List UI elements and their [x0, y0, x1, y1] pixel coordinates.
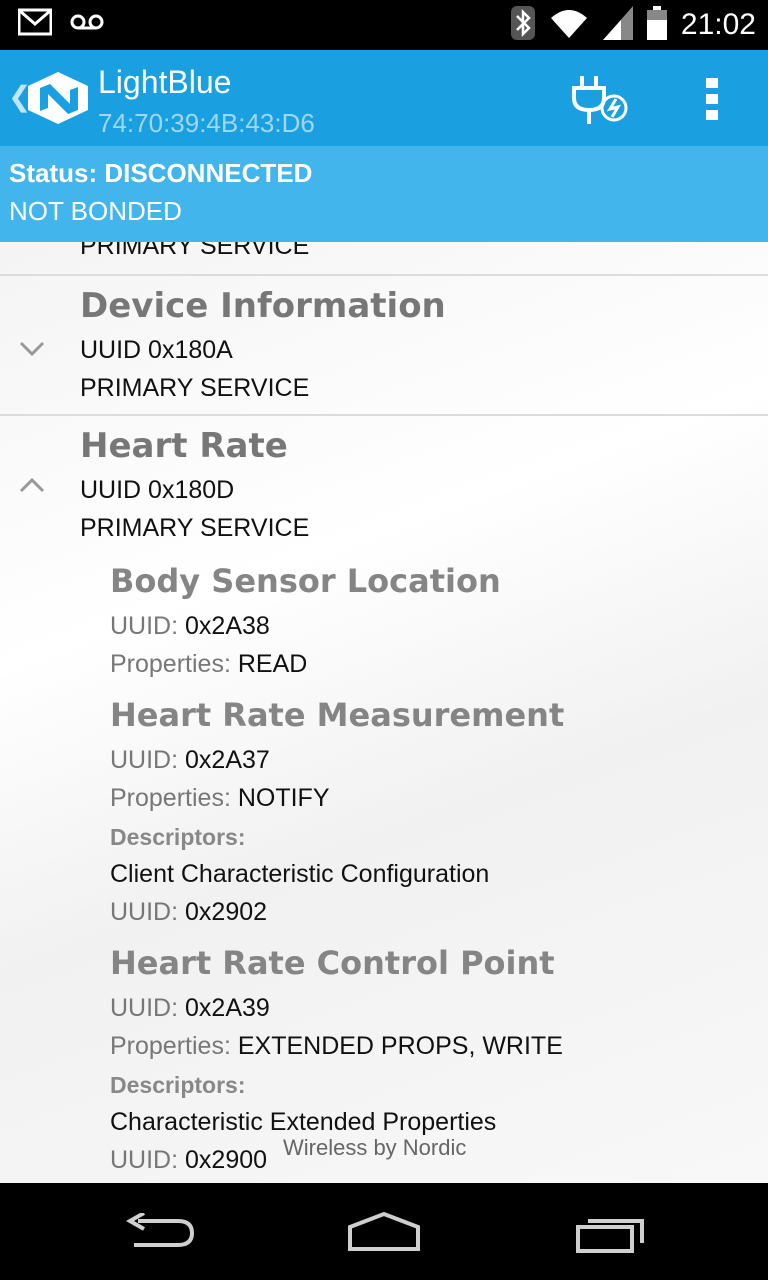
- characteristic-properties: Properties: EXTENDED PROPS, WRITE: [110, 1032, 563, 1060]
- service-name: Device Information: [80, 286, 446, 326]
- action-bar: ❮ LightBlue 74:70:39:4B:43:D6: [0, 50, 768, 146]
- chevron-up-icon[interactable]: [18, 476, 46, 494]
- bluetooth-icon: [510, 6, 535, 44]
- service-uuid: UUID 0x180D: [80, 476, 235, 504]
- battery-icon: [646, 6, 667, 44]
- characteristic-name: Body Sensor Location: [110, 562, 501, 600]
- bond-status: NOT BONDED: [9, 196, 182, 226]
- nordic-logo-icon[interactable]: [26, 70, 90, 126]
- characteristic-uuid: UUID: 0x2A37: [110, 746, 270, 774]
- connection-status-banner: Status: DISCONNECTED NOT BONDED: [0, 146, 768, 242]
- gmail-icon: [17, 8, 53, 40]
- recent-apps-icon[interactable]: [574, 1215, 646, 1257]
- descriptors-heading: Descriptors:: [110, 1072, 246, 1098]
- characteristic-name: Heart Rate Control Point: [110, 944, 555, 982]
- back-icon[interactable]: [124, 1211, 196, 1257]
- characteristic-properties: Properties: NOTIFY: [110, 784, 330, 812]
- device-address: 74:70:39:4B:43:D6: [98, 108, 315, 138]
- connection-status: Status: DISCONNECTED: [9, 158, 313, 188]
- descriptor-uuid: UUID: 0x2902: [110, 898, 268, 926]
- services-list[interactable]: PRIMARY SERVICE Device Information UUID …: [0, 242, 768, 1183]
- status-bar: 21:02: [0, 0, 768, 50]
- signal-icon: [602, 6, 633, 44]
- characteristic-uuid: UUID: 0x2A38: [110, 612, 270, 640]
- chevron-down-icon[interactable]: [18, 340, 46, 358]
- characteristic-properties: Properties: READ: [110, 650, 308, 678]
- app-title: LightBlue: [98, 64, 232, 100]
- descriptor-name[interactable]: Client Characteristic Configuration: [110, 860, 489, 889]
- service-uuid: UUID 0x180A: [80, 336, 233, 364]
- voicemail-icon: [70, 12, 104, 36]
- screen: 21:02 ❮ LightBlue 74:70:39:4B:43:D6 Stat…: [0, 0, 768, 1280]
- partial-service-type: PRIMARY SERVICE: [80, 242, 310, 260]
- service-type: PRIMARY SERVICE: [80, 374, 310, 402]
- service-type: PRIMARY SERVICE: [80, 514, 310, 542]
- connect-plug-icon[interactable]: [570, 74, 630, 126]
- navigation-bar: [0, 1183, 768, 1280]
- clock: 21:02: [680, 8, 756, 41]
- nordic-watermark: Wireless by Nordic: [283, 1135, 467, 1160]
- overflow-menu-icon[interactable]: [700, 76, 724, 122]
- characteristic-name: Heart Rate Measurement: [110, 696, 565, 734]
- characteristic-uuid: UUID: 0x2A39: [110, 994, 270, 1022]
- descriptor-uuid: UUID: 0x2900: [110, 1146, 268, 1174]
- descriptor-name[interactable]: Characteristic Extended Properties: [110, 1108, 496, 1137]
- service-name: Heart Rate: [80, 426, 288, 466]
- service-device-information[interactable]: Device Information UUID 0x180A PRIMARY S…: [0, 276, 768, 414]
- service-heart-rate[interactable]: Heart Rate UUID 0x180D PRIMARY SERVICE B…: [0, 416, 768, 1183]
- wifi-icon: [549, 6, 589, 44]
- descriptors-heading: Descriptors:: [110, 824, 246, 850]
- home-icon[interactable]: [346, 1211, 422, 1257]
